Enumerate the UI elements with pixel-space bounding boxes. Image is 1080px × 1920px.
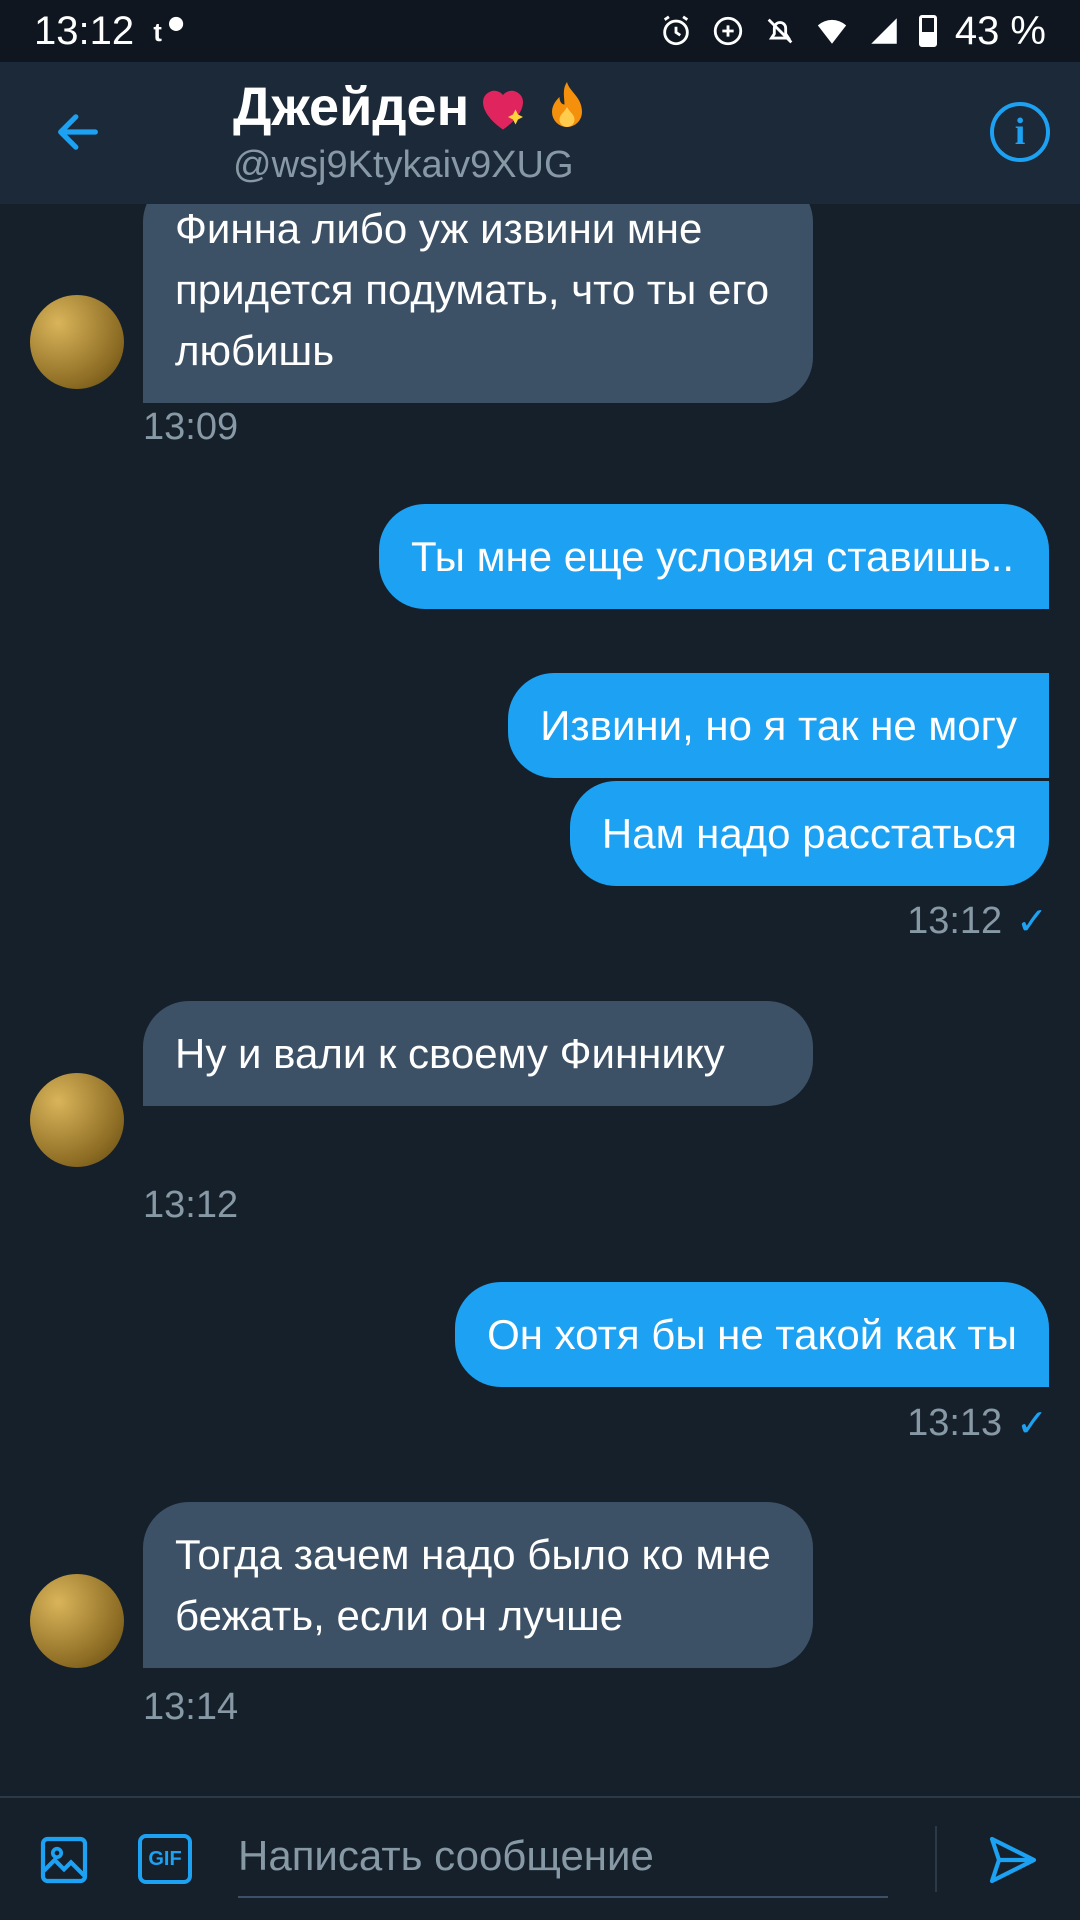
bell-off-icon bbox=[763, 14, 797, 48]
message-input[interactable] bbox=[238, 1816, 888, 1898]
send-icon[interactable] bbox=[983, 1832, 1043, 1888]
outgoing-message[interactable]: Ты мне еще условия ставишь.. bbox=[379, 504, 1049, 609]
sent-check-icon: ✓ bbox=[1016, 1403, 1048, 1445]
conversation-header: Джейден @wsj9Ktykaiv9XUG i bbox=[0, 62, 1080, 204]
wifi-icon bbox=[815, 14, 849, 48]
message-text: Ну и вали к своему Финнику bbox=[175, 1030, 725, 1077]
gif-icon: GIF bbox=[148, 1847, 182, 1870]
outgoing-message[interactable]: Нам надо расстаться bbox=[569, 781, 1049, 886]
status-bar: 13:12 t 43 % bbox=[0, 0, 1080, 62]
avatar[interactable] bbox=[30, 295, 124, 389]
data-saver-icon bbox=[711, 14, 745, 48]
outgoing-message[interactable]: Извини, но я так не могу bbox=[508, 673, 1049, 778]
message-timestamp: 13:12 bbox=[143, 1184, 239, 1226]
message-timestamp: 13:09 bbox=[143, 406, 239, 448]
contact-name: Джейден bbox=[233, 77, 470, 137]
message-status: 13:13 ✓ bbox=[907, 1401, 1048, 1446]
composer-divider bbox=[935, 1826, 937, 1892]
t-notification-icon: t bbox=[152, 14, 186, 48]
message-text: Финна либо уж извини мне придется подума… bbox=[175, 205, 770, 374]
avatar[interactable] bbox=[30, 1574, 124, 1668]
info-icon: i bbox=[1014, 111, 1026, 153]
alarm-icon bbox=[659, 14, 693, 48]
arrow-left-icon bbox=[58, 114, 98, 150]
message-text: Тогда зачем надо было ко мне бежать, есл… bbox=[175, 1531, 771, 1639]
message-composer: GIF bbox=[0, 1796, 1080, 1920]
fire-icon bbox=[552, 82, 583, 127]
message-text: Ты мне еще условия ставишь.. bbox=[411, 533, 1015, 580]
incoming-message[interactable]: Финна либо уж извини мне придется подума… bbox=[143, 204, 813, 403]
svg-text:t: t bbox=[154, 19, 163, 47]
sparkling-heart-icon bbox=[483, 90, 524, 130]
back-button[interactable] bbox=[46, 100, 110, 164]
outgoing-message[interactable]: Он хотя бы не такой как ты bbox=[455, 1282, 1049, 1387]
status-time: 13:12 bbox=[34, 8, 135, 53]
message-text: Нам надо расстаться bbox=[601, 810, 1017, 857]
gif-button[interactable]: GIF bbox=[138, 1834, 192, 1884]
battery-icon bbox=[918, 15, 937, 47]
battery-level: 43 % bbox=[954, 8, 1046, 53]
avatar[interactable] bbox=[30, 1073, 124, 1167]
message-text: Извини, но я так не могу bbox=[540, 702, 1017, 749]
contact-handle: @wsj9Ktykaiv9XUG bbox=[233, 144, 574, 186]
sent-check-icon: ✓ bbox=[1016, 901, 1048, 943]
message-text: Он хотя бы не такой как ты bbox=[487, 1311, 1017, 1358]
contact-info[interactable]: Джейден @wsj9Ktykaiv9XUG bbox=[233, 76, 597, 187]
message-list[interactable]: Финна либо уж извини мне придется подума… bbox=[0, 204, 1080, 1796]
info-button[interactable]: i bbox=[990, 102, 1050, 162]
incoming-message[interactable]: Тогда зачем надо было ко мне бежать, есл… bbox=[143, 1502, 813, 1668]
signal-icon bbox=[867, 14, 901, 48]
message-timestamp: 13:12 bbox=[907, 900, 1003, 942]
message-status: 13:12 ✓ bbox=[907, 899, 1048, 944]
message-timestamp: 13:14 bbox=[143, 1686, 239, 1728]
image-icon[interactable] bbox=[36, 1832, 92, 1888]
message-timestamp: 13:13 bbox=[907, 1402, 1003, 1444]
incoming-message[interactable]: Ну и вали к своему Финнику bbox=[143, 1001, 813, 1106]
